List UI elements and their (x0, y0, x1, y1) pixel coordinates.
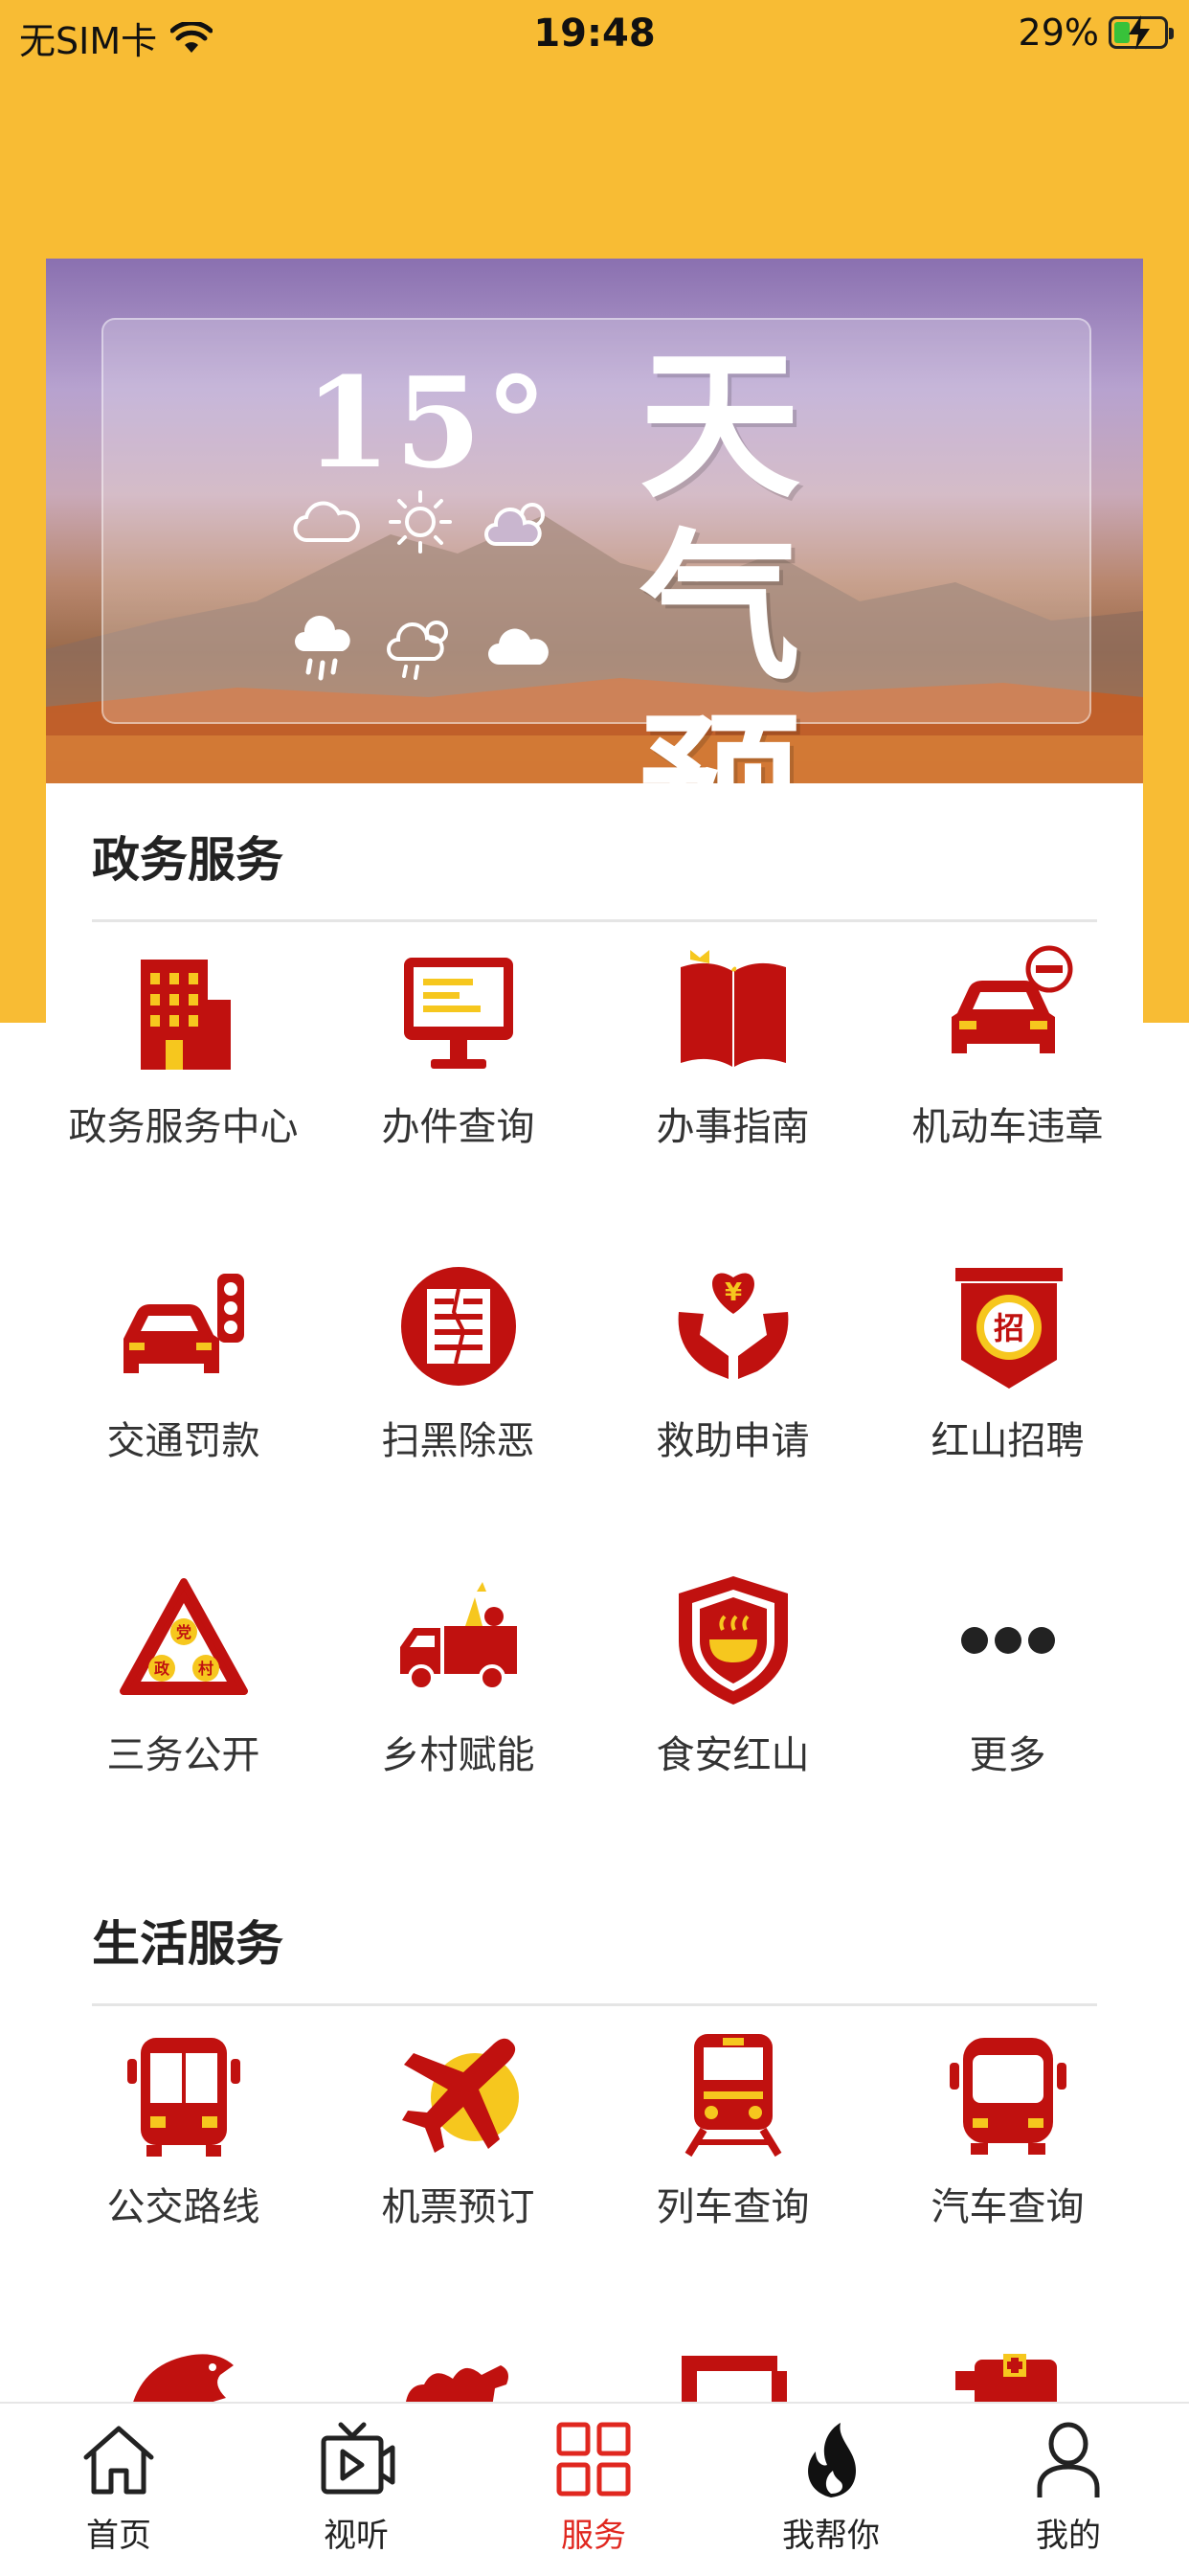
user-icon (1037, 2422, 1100, 2497)
banner-title-line1: 天气 (639, 332, 816, 702)
tab-mine[interactable]: 我的 (950, 2417, 1187, 2556)
grid-icon (556, 2422, 631, 2497)
gov-services-divider (92, 919, 1097, 922)
weather-banner[interactable]: 15° 天气 预报 (46, 259, 1143, 783)
life-item-coach[interactable]: 汽车查询 (870, 2021, 1145, 2231)
life-services-title: 生活服务 (92, 1916, 283, 1972)
gov-item-label: 三务公开 (106, 1733, 260, 1777)
airplane-icon (401, 2038, 519, 2153)
gov-item-anti-crime[interactable]: 扫黑除恶 (321, 1254, 595, 1465)
book-icon (680, 950, 786, 1067)
tab-label: 我帮你 (782, 2517, 880, 2555)
cloud-solid-icon (488, 628, 549, 665)
gov-item-label: 政务服务中心 (68, 1105, 299, 1149)
gov-item-label: 食安红山 (656, 1733, 810, 1777)
government-glyph: 政 (153, 1660, 169, 1678)
gov-services-title: 政务服务 (92, 832, 283, 888)
tv-icon (321, 2422, 395, 2495)
services-card: 15° 天气 预报 (46, 259, 1143, 2576)
monitor-icon (403, 958, 513, 1069)
battery-icon (1109, 15, 1174, 50)
recruit-icon: 招 (954, 1268, 1063, 1389)
gov-item-assistance[interactable]: ¥ 救助申请 (595, 1254, 870, 1465)
gov-item-label: 办件查询 (381, 1105, 535, 1149)
car-prohibited-icon (951, 945, 1072, 1053)
gov-item-violation[interactable]: 机动车违章 (870, 940, 1145, 1151)
food-shield-icon (678, 1576, 788, 1705)
gov-item-traffic-fine[interactable]: 交通罚款 (46, 1254, 321, 1465)
tab-label: 服务 (561, 2517, 626, 2555)
status-right: 29% (1018, 11, 1174, 54)
bottom-tab-bar: 首页 视听 服务 我帮你 我的 (0, 2402, 1189, 2576)
temperature-label: 15° (304, 350, 551, 496)
sun-rain-icon (387, 621, 448, 680)
life-item-label: 列车查询 (656, 2185, 810, 2229)
government-building-icon (140, 960, 231, 1070)
life-item-train[interactable]: 列车查询 (595, 2021, 870, 2231)
recruit-glyph: 招 (993, 1310, 1023, 1346)
warning-triangle-icon: 党 政 村 (119, 1578, 248, 1695)
life-item-flight[interactable]: 机票预订 (321, 2021, 595, 2231)
sun-icon (389, 490, 452, 554)
flame-icon (808, 2423, 856, 2497)
tab-services[interactable]: 服务 (475, 2417, 712, 2556)
gov-item-recruit[interactable]: 招 红山招聘 (870, 1254, 1145, 1465)
tab-label: 首页 (86, 2517, 151, 2555)
gov-item-label: 更多 (969, 1733, 1046, 1777)
tab-home[interactable]: 首页 (0, 2417, 237, 2556)
tab-label: 我的 (1036, 2517, 1101, 2555)
helping-hands-icon: ¥ (678, 1273, 788, 1379)
gov-item-label: 交通罚款 (106, 1419, 260, 1463)
status-time: 19:48 (533, 11, 656, 56)
gov-item-more[interactable]: 更多 (870, 1569, 1145, 1779)
gov-item-label: 扫黑除恶 (381, 1419, 535, 1463)
anti-crime-icon (400, 1267, 516, 1386)
life-item-bus[interactable]: 公交路线 (46, 2021, 321, 2231)
bus-icon (126, 2038, 240, 2157)
partly-cloudy-icon (484, 503, 545, 546)
tab-label: 视听 (324, 2517, 389, 2555)
train-icon (684, 2034, 781, 2158)
cloud-icon (293, 501, 360, 542)
gov-item-label: 机动车违章 (911, 1105, 1104, 1149)
more-icon (960, 1627, 1055, 1654)
gov-item-query[interactable]: 办件查询 (321, 940, 595, 1151)
car-traffic-light-icon (123, 1274, 244, 1373)
life-services-divider (92, 2003, 1097, 2006)
gov-item-guide[interactable]: 办事指南 (595, 940, 870, 1151)
gov-item-label: 办事指南 (656, 1105, 810, 1149)
truck-icon (399, 1582, 517, 1691)
life-item-label: 汽车查询 (931, 2185, 1085, 2229)
banner-title-line2: 预报 (639, 699, 965, 783)
gov-item-rural[interactable]: 乡村赋能 (321, 1569, 595, 1779)
home-icon (83, 2426, 154, 2495)
yuan-glyph: ¥ (724, 1278, 741, 1307)
gov-item-label: 红山招聘 (931, 1419, 1085, 1463)
tab-help[interactable]: 我帮你 (712, 2417, 950, 2556)
gov-item-public-affairs[interactable]: 党 政 村 三务公开 (46, 1569, 321, 1779)
banner-title: 天气 预报 (639, 335, 965, 783)
battery-percent: 29% (1018, 11, 1099, 54)
coach-icon (949, 2038, 1066, 2155)
rain-icon (295, 615, 350, 681)
party-glyph: 党 (175, 1623, 191, 1641)
life-item-label: 机票预订 (381, 2185, 535, 2229)
gov-item-food-safety[interactable]: 食安红山 (595, 1569, 870, 1779)
status-bar: 无SIM卡 19:48 29% (0, 0, 1189, 75)
gov-item-center[interactable]: 政务服务中心 (46, 940, 321, 1151)
life-item-label: 公交路线 (106, 2185, 260, 2229)
tab-media[interactable]: 视听 (237, 2417, 475, 2556)
village-glyph: 村 (197, 1660, 213, 1678)
gov-item-label: 救助申请 (656, 1419, 810, 1463)
gov-item-label: 乡村赋能 (381, 1733, 535, 1777)
